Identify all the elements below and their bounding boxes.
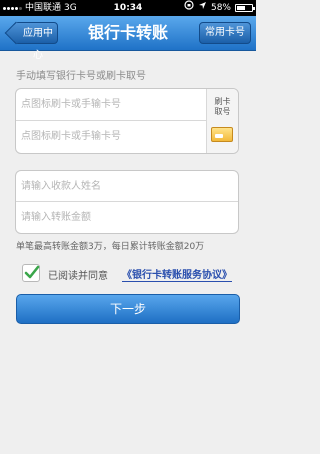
transfer-limit-note: 单笔最高转账金额3万，每日累计转账金额20万 [16, 242, 205, 252]
common-cards-button[interactable]: 常用卡号 [199, 22, 251, 44]
status-bar: 中国联通 3G 10:34 58% [0, 0, 256, 16]
swipe-card-label: 刷卡 取号 [214, 97, 231, 116]
location-icon [198, 0, 207, 16]
payee-input-group: 请输入收款人姓名 请输入转账金额 [15, 170, 239, 234]
card-input-group: 点图标刷卡或手输卡号 点图标刷卡或手输卡号 刷卡 取号 [15, 88, 239, 154]
card-number-input-2[interactable]: 点图标刷卡或手输卡号 [16, 121, 208, 153]
card-number-input-1[interactable]: 点图标刷卡或手输卡号 [16, 89, 208, 121]
orientation-lock-icon [184, 0, 194, 16]
nav-bar: 应用中心 银行卡转账 常用卡号 [0, 16, 256, 61]
agreement-link[interactable]: 《银行卡转账服务协议》 [122, 266, 232, 282]
payee-name-input[interactable]: 请输入收款人姓名 [16, 171, 238, 202]
card-section-label: 手动填写银行卡号或刷卡取号 [16, 71, 146, 82]
agreement-checkbox[interactable] [22, 264, 40, 282]
agreement-text: 已阅读并同意 [48, 271, 108, 282]
card-reader-icon [211, 127, 233, 142]
swipe-card-button[interactable]: 刷卡 取号 [206, 89, 238, 153]
next-step-button[interactable]: 下一步 [16, 294, 240, 324]
checkmark-icon [24, 265, 40, 279]
status-right: 58% [184, 0, 255, 16]
battery-icon [235, 4, 255, 12]
transfer-amount-input[interactable]: 请输入转账金额 [16, 202, 238, 233]
battery-percent: 58% [210, 3, 231, 13]
